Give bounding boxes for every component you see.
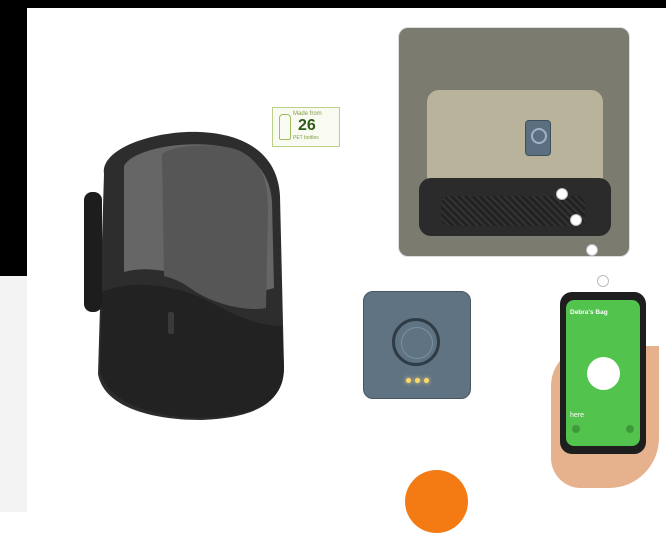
badge-bottom-text: PET bottles <box>293 135 319 141</box>
mesh-pocket <box>441 196 585 226</box>
orange-circle <box>405 470 468 533</box>
connector-dot <box>556 188 568 200</box>
phone-status-text: here <box>570 412 585 419</box>
backpack-product-image <box>84 131 284 420</box>
left-gray-panel <box>0 276 27 512</box>
smartphone: Debra's Bag here <box>560 292 646 454</box>
tracker-pad-closeup <box>363 291 471 399</box>
phone-right-button <box>626 425 634 433</box>
connector-dot <box>586 244 598 256</box>
location-circle-icon <box>587 357 620 390</box>
indicator-lights <box>406 378 436 384</box>
light-dot <box>424 378 429 383</box>
light-dot <box>406 378 411 383</box>
phone-title: Debra's Bag <box>570 309 608 316</box>
phone-left-button <box>572 425 580 433</box>
left-black-panel <box>0 0 27 276</box>
phone-screen: Debra's Bag here <box>566 300 640 446</box>
badge-number: 26 <box>298 117 316 134</box>
backpack-interior-photo <box>398 27 630 257</box>
top-black-bar <box>0 0 666 8</box>
connector-dot <box>597 275 609 287</box>
connector-dot <box>570 214 582 226</box>
light-dot <box>415 378 420 383</box>
small-tracker-device <box>525 120 551 156</box>
tracker-ring-icon <box>392 318 440 366</box>
